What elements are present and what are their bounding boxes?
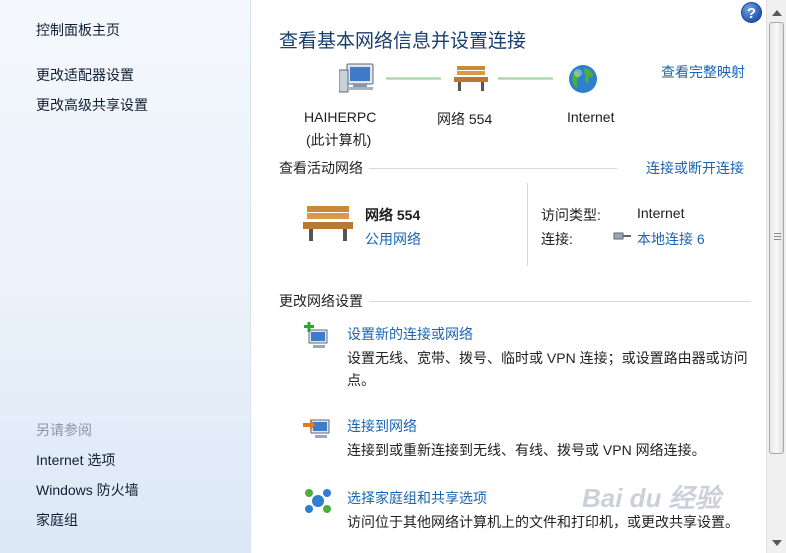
active-network-divider (527, 183, 528, 266)
setup-new-connection-link[interactable]: 设置新的连接或网络 (347, 324, 473, 344)
connect-network-icon (303, 414, 333, 447)
scroll-up-arrow-icon[interactable] (772, 10, 782, 16)
map-network-label: 网络 554 (437, 111, 493, 127)
change-advanced-sharing-link[interactable]: 更改高级共享设置 (36, 95, 148, 115)
bench-network-icon (454, 64, 488, 95)
active-network-bench-icon (303, 203, 353, 246)
windows-firewall-link[interactable]: Windows 防火墙 (36, 480, 139, 500)
network-type-link[interactable]: 公用网络 (365, 229, 421, 249)
internet-options-link[interactable]: Internet 选项 (36, 450, 115, 470)
connection-cable-icon (613, 229, 633, 246)
left-navigation-pane: 控制面板主页 更改适配器设置 更改高级共享设置 另请参阅 Internet 选项… (0, 0, 251, 553)
local-connection-link[interactable]: 本地连接 6 (637, 229, 705, 249)
setup-new-connection-desc: 设置无线、宽带、拨号、临时或 VPN 连接；或设置路由器或访问点。 (347, 350, 748, 388)
new-connection-icon (303, 322, 333, 355)
connect-to-network-link[interactable]: 连接到网络 (347, 416, 417, 436)
vertical-scrollbar[interactable] (766, 0, 786, 553)
see-also-heading: 另请参阅 (36, 422, 92, 438)
connect-disconnect-link[interactable]: 连接或断开连接 (646, 158, 744, 178)
change-adapter-settings-link[interactable]: 更改适配器设置 (36, 65, 134, 85)
see-full-map-link[interactable]: 查看完整映射 (661, 62, 745, 82)
active-networks-heading: 查看活动网络 (279, 158, 369, 178)
connection-label: 连接: (541, 231, 573, 247)
page-title: 查看基本网络信息并设置连接 (279, 31, 527, 52)
access-type-label: 访问类型: (541, 207, 601, 223)
connect-to-network-desc: 连接到或重新连接到无线、有线、拨号或 VPN 网络连接。 (347, 442, 706, 458)
control-panel-home-link[interactable]: 控制面板主页 (36, 20, 120, 40)
change-settings-heading: 更改网络设置 (279, 291, 369, 311)
baidu-watermark: Bai du 经验 (582, 483, 721, 513)
map-internet-label: Internet (567, 109, 615, 125)
scrollbar-thumb[interactable] (769, 22, 784, 454)
computer-icon (338, 62, 379, 99)
internet-globe-icon (567, 63, 599, 98)
homegroup-link[interactable]: 家庭组 (36, 510, 78, 530)
main-content: 查看基本网络信息并设置连接 查看完整映射 HAIHERPC (此计算机) 网络 … (251, 0, 766, 553)
map-link-line-2 (498, 77, 553, 80)
homegroup-sharing-icon (303, 486, 333, 519)
access-type-value: Internet (637, 205, 685, 221)
this-computer-label: (此计算机) (306, 132, 372, 148)
help-icon[interactable]: ? (741, 2, 762, 23)
computer-name-label: HAIHERPC (304, 109, 377, 125)
scroll-down-arrow-icon[interactable] (772, 540, 782, 546)
homegroup-sharing-link[interactable]: 选择家庭组和共享选项 (347, 488, 487, 508)
active-network-name: 网络 554 (365, 207, 421, 223)
map-link-line-1 (386, 77, 441, 80)
